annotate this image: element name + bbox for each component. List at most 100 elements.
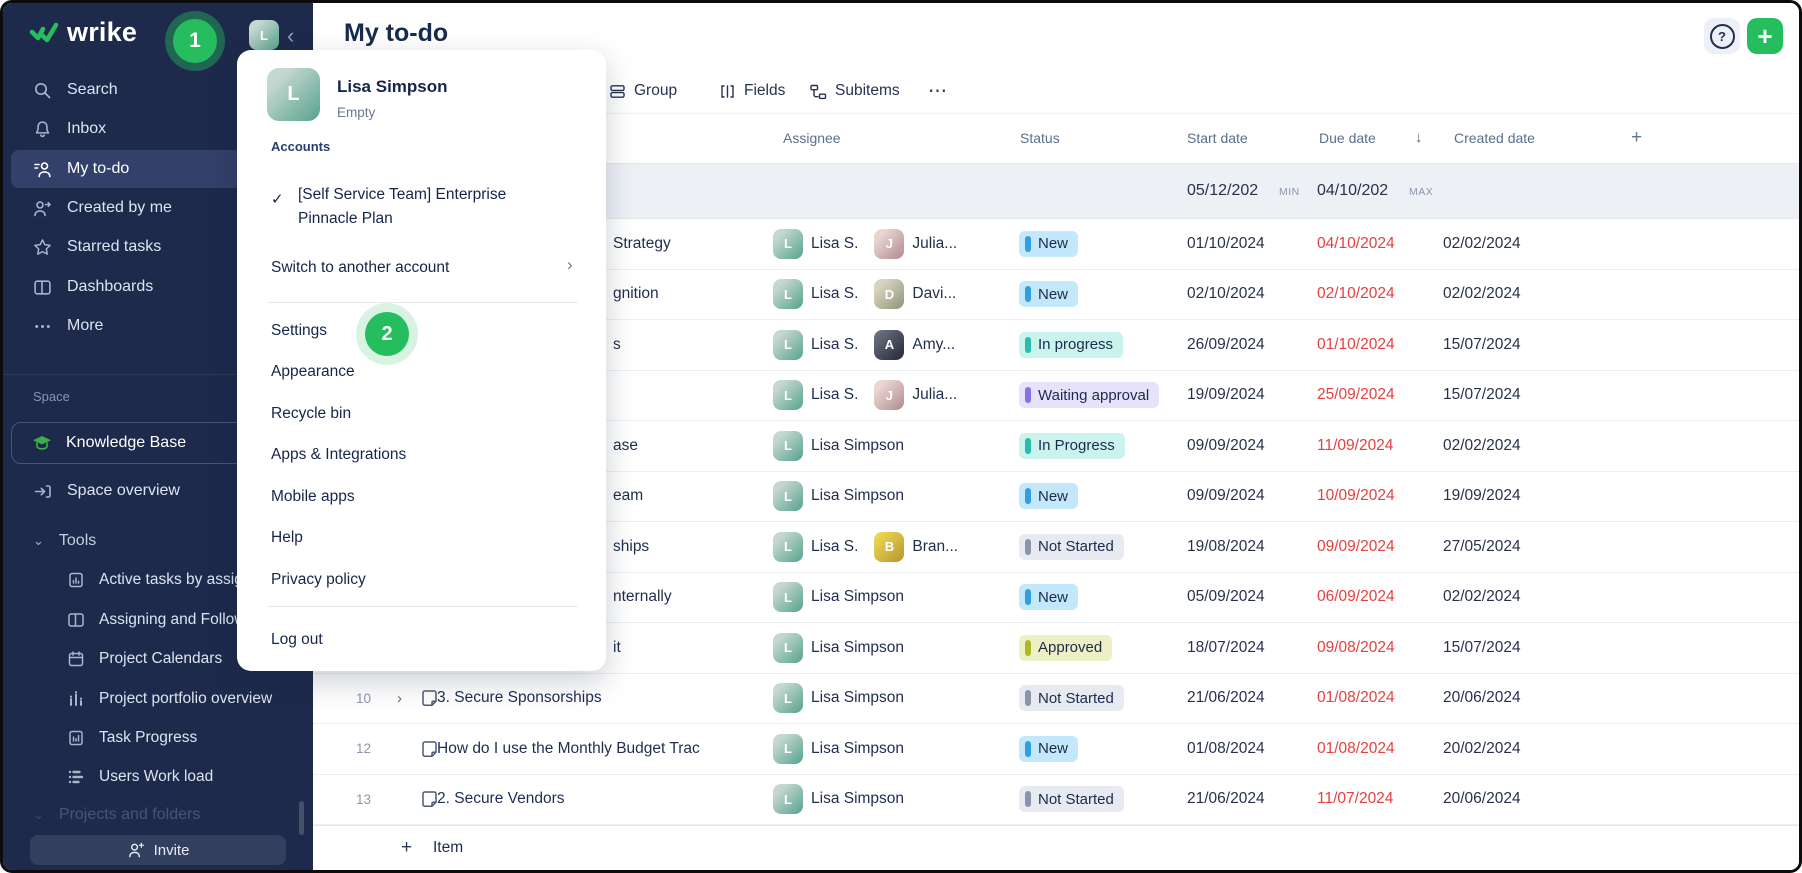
created-date-cell[interactable]: 02/02/2024 [1443,270,1593,320]
created-date-cell[interactable]: 15/07/2024 [1443,320,1593,370]
due-date-cell[interactable]: 10/09/2024 [1317,472,1435,522]
assignee-cell[interactable]: LLisa Simpson [773,573,1019,623]
sidebar-scrollbar[interactable] [299,801,304,835]
created-date-cell[interactable]: 15/07/2024 [1443,371,1593,421]
column-header-start-date[interactable]: Start date [1187,114,1248,162]
status-cell[interactable]: New [1019,270,1185,320]
add-column-button[interactable]: + [1631,114,1642,162]
status-cell[interactable]: In Progress [1019,421,1185,471]
due-date-cell[interactable]: 11/07/2024 [1317,775,1435,825]
add-item-button[interactable]: Item [433,826,463,870]
due-date-cell[interactable]: 01/08/2024 [1317,674,1435,724]
avatar[interactable]: L [773,784,803,814]
menu-item-appearance[interactable]: Appearance [271,358,355,386]
task-name[interactable]: 2. Secure Vendors [437,775,775,825]
add-item-plus-icon[interactable]: + [401,826,412,870]
start-date-cell[interactable]: 21/06/2024 [1187,674,1309,724]
avatar[interactable]: L [773,683,803,713]
assignee-cell[interactable]: LLisa Simpson [773,472,1019,522]
avatar[interactable]: J [874,229,904,259]
start-date-cell[interactable]: 01/08/2024 [1187,724,1309,774]
status-cell[interactable]: Waiting approval [1019,371,1185,421]
fields-button[interactable]: Fields [719,77,785,105]
group-button[interactable]: Group [609,77,677,105]
table-row[interactable]: 13 2. Secure Vendors LLisa Simpson Not S… [313,775,1799,826]
sidebar-item-projects-folders[interactable]: ⌄ Projects and folders [3,800,313,830]
status-cell[interactable]: Approved [1019,623,1185,673]
status-cell[interactable]: Not Started [1019,775,1185,825]
task-name[interactable]: 3. Secure Sponsorships [437,674,775,724]
avatar[interactable]: J [874,380,904,410]
assignee-cell[interactable]: LLisa S.DDavi... [773,270,1019,320]
start-date-cell[interactable]: 01/10/2024 [1187,219,1309,269]
menu-item-apps-integrations[interactable]: Apps & Integrations [271,441,406,469]
avatar[interactable]: L [773,380,803,410]
start-date-cell[interactable]: 05/09/2024 [1187,573,1309,623]
avatar[interactable]: L [773,481,803,511]
due-date-cell[interactable]: 06/09/2024 [1317,573,1435,623]
expand-chevron-icon[interactable]: › [397,674,402,724]
start-date-cell[interactable]: 19/08/2024 [1187,522,1309,572]
due-date-cell[interactable]: 11/09/2024 [1317,421,1435,471]
status-cell[interactable]: New [1019,472,1185,522]
user-avatar[interactable]: L [249,20,279,50]
due-date-cell[interactable]: 09/08/2024 [1317,623,1435,673]
start-date-cell[interactable]: 21/06/2024 [1187,775,1309,825]
created-date-cell[interactable]: 19/09/2024 [1443,472,1593,522]
avatar[interactable]: D [874,279,904,309]
sort-descending-icon[interactable]: ↓ [1415,114,1423,162]
task-name[interactable]: How do I use the Monthly Budget Trac [437,724,775,774]
created-date-cell[interactable]: 20/06/2024 [1443,775,1593,825]
sidebar-item-task-progress[interactable]: Task Progress [3,719,313,757]
current-account-item[interactable]: [Self Service Team] Enterprise Pinnacle … [298,183,588,230]
column-header-status[interactable]: Status [1020,114,1060,162]
status-cell[interactable]: Not Started [1019,522,1185,572]
avatar[interactable]: L [773,532,803,562]
start-date-cell[interactable]: 09/09/2024 [1187,421,1309,471]
start-date-cell[interactable]: 19/09/2024 [1187,371,1309,421]
assignee-cell[interactable]: LLisa S.BBran... [773,522,1019,572]
avatar[interactable]: L [773,229,803,259]
help-button[interactable]: ? [1704,18,1740,54]
menu-item-settings[interactable]: Settings [271,317,327,345]
created-date-cell[interactable]: 15/07/2024 [1443,623,1593,673]
avatar[interactable]: L [773,279,803,309]
assignee-cell[interactable]: LLisa Simpson [773,724,1019,774]
status-cell[interactable]: New [1019,724,1185,774]
status-cell[interactable]: New [1019,573,1185,623]
created-date-cell[interactable]: 27/05/2024 [1443,522,1593,572]
menu-item-help[interactable]: Help [271,524,303,552]
column-header-created-date[interactable]: Created date [1454,114,1535,162]
start-date-cell[interactable]: 09/09/2024 [1187,472,1309,522]
avatar[interactable]: L [773,734,803,764]
due-date-cell[interactable]: 25/09/2024 [1317,371,1435,421]
invite-button[interactable]: Invite [30,835,286,865]
collapse-sidebar-icon[interactable]: ‹ [287,23,294,49]
due-date-cell[interactable]: 02/10/2024 [1317,270,1435,320]
due-date-cell[interactable]: 09/09/2024 [1317,522,1435,572]
assignee-cell[interactable]: LLisa Simpson [773,674,1019,724]
assignee-cell[interactable]: LLisa Simpson [773,421,1019,471]
created-date-cell[interactable]: 02/02/2024 [1443,219,1593,269]
avatar[interactable]: B [874,532,904,562]
wrike-logo[interactable]: wrike [29,17,137,48]
avatar[interactable]: L [773,431,803,461]
created-date-cell[interactable]: 02/02/2024 [1443,421,1593,471]
sidebar-item-portfolio-overview[interactable]: Project portfolio overview [3,680,313,718]
assignee-cell[interactable]: LLisa S.JJulia... [773,371,1019,421]
assignee-cell[interactable]: LLisa Simpson [773,623,1019,673]
status-cell[interactable]: Not Started [1019,674,1185,724]
avatar[interactable]: L [773,330,803,360]
due-date-cell[interactable]: 04/10/2024 [1317,219,1435,269]
created-date-cell[interactable]: 20/02/2024 [1443,724,1593,774]
table-row[interactable]: 12 How do I use the Monthly Budget Trac … [313,724,1799,775]
column-header-assignee[interactable]: Assignee [783,114,841,162]
subitems-button[interactable]: Subitems [809,77,900,105]
status-cell[interactable]: In progress [1019,320,1185,370]
start-date-cell[interactable]: 18/07/2024 [1187,623,1309,673]
column-header-due-date[interactable]: Due date [1319,114,1376,162]
menu-item-privacy-policy[interactable]: Privacy policy [271,566,366,594]
switch-account-item[interactable]: Switch to another account [271,259,449,277]
avatar[interactable]: A [874,330,904,360]
avatar[interactable]: L [773,633,803,663]
